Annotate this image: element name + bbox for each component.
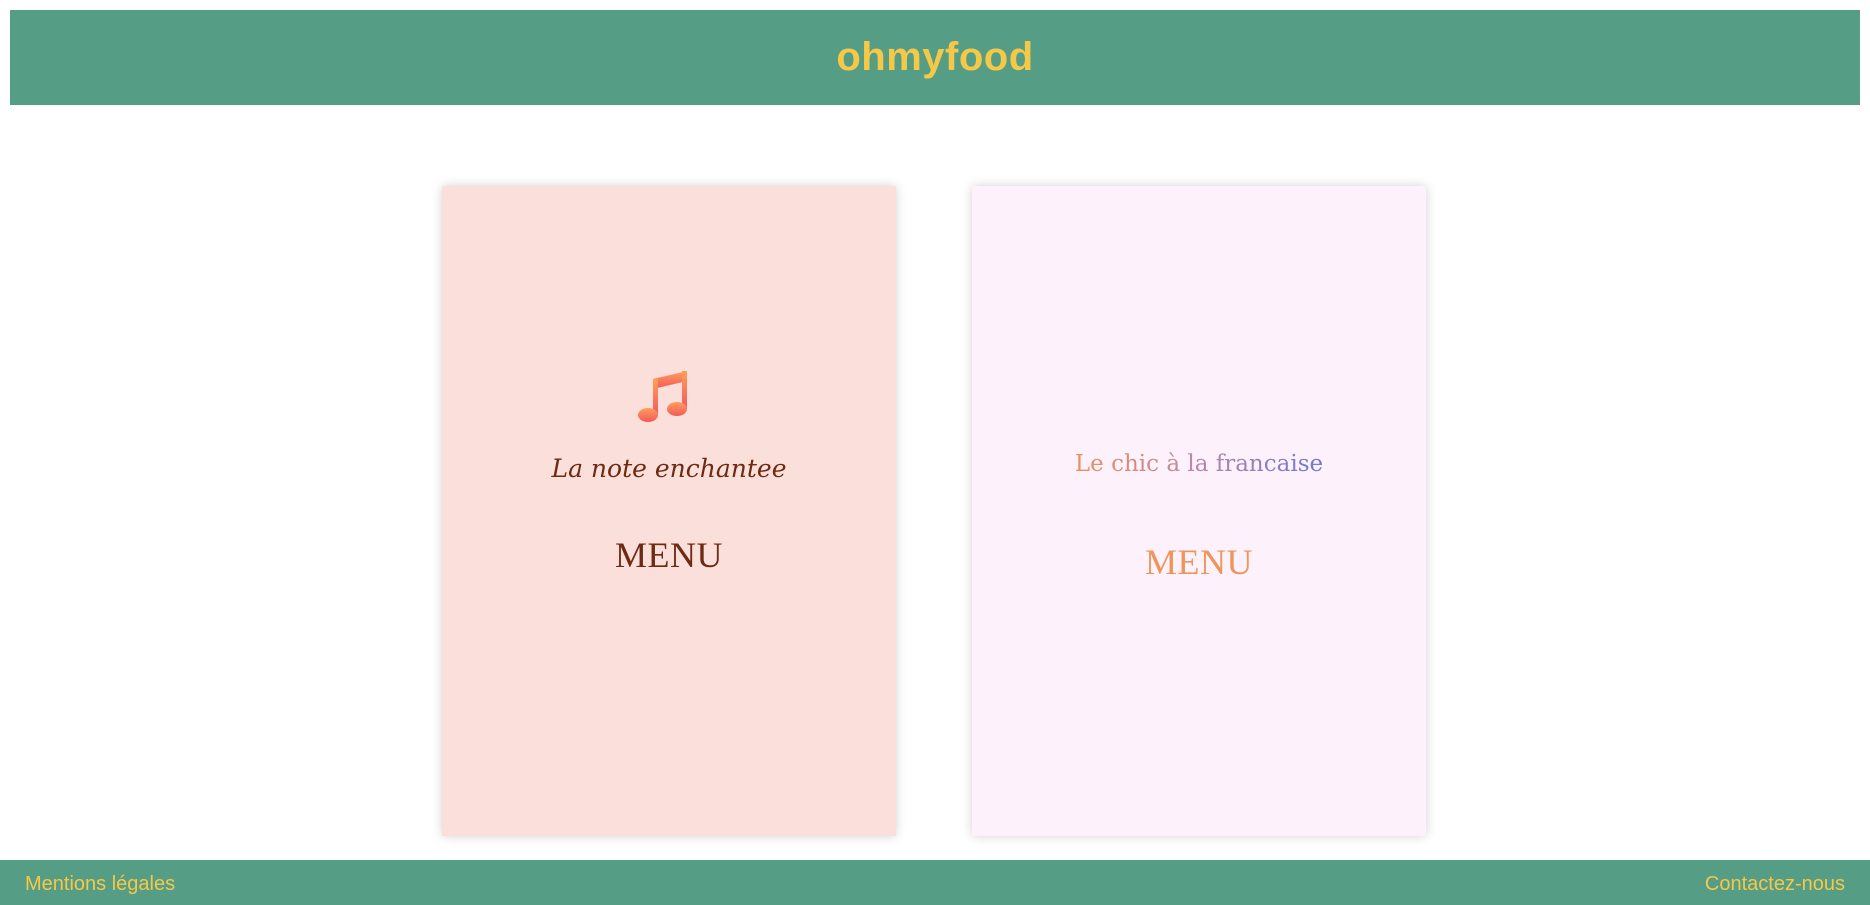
- restaurant-name: La note enchantee: [551, 454, 787, 483]
- legal-notice-link[interactable]: Mentions légales: [25, 873, 175, 896]
- restaurant-name: Le chic à la francaise: [972, 451, 1426, 477]
- restaurant-name-text: Le chic à la francaise: [1074, 451, 1324, 477]
- site-header: ohmyfood: [10, 10, 1860, 105]
- contact-link[interactable]: Contactez-nous: [1705, 873, 1845, 896]
- restaurant-card-le-chic-a-la-francaise[interactable]: Le chic à la francaise MENU: [972, 186, 1426, 836]
- menu-link[interactable]: MENU: [442, 534, 896, 576]
- music-note-icon: [638, 371, 687, 422]
- restaurant-card-la-note-enchantee[interactable]: La note enchantee MENU: [442, 186, 896, 836]
- page: ohmyfood La note enchantee MENU Le chic …: [0, 0, 1870, 905]
- site-logo[interactable]: ohmyfood: [836, 35, 1033, 80]
- site-footer: Mentions légales Contactez-nous: [0, 860, 1870, 905]
- menu-link[interactable]: MENU: [972, 541, 1426, 583]
